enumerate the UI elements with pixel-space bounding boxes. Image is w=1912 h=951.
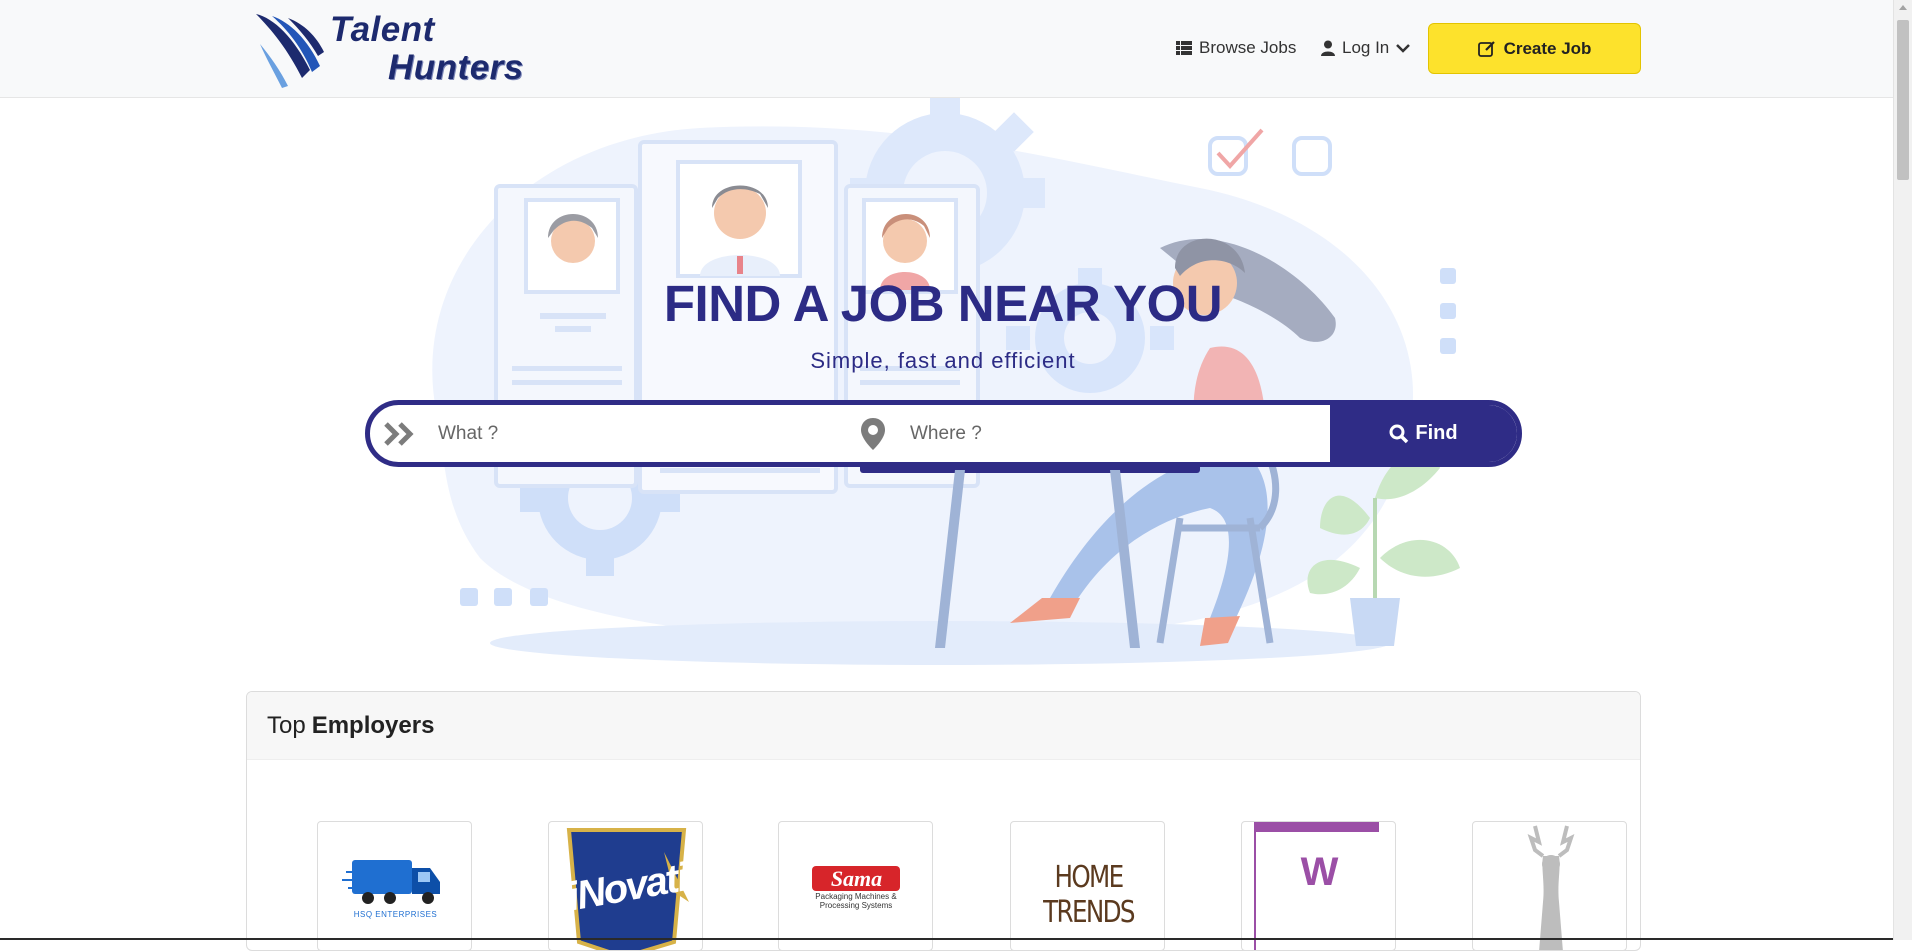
employer-logo-sama[interactable]: Sama Packaging Machines & Processing Sys… [778,821,933,950]
top-employers-heading: Top Employers [247,692,1640,760]
nav-log-in[interactable]: Log In [1321,38,1411,58]
user-icon [1321,40,1335,56]
employer-name-sama: Sama [830,866,883,891]
map-pin-icon [861,417,885,450]
find-button[interactable]: Find [1330,405,1517,462]
what-field [384,405,844,462]
scroll-up-icon[interactable] [1899,5,1907,10]
scrollbar-thumb[interactable] [1897,20,1909,180]
employer-logo-inovative[interactable]: iNovative [548,821,703,950]
top-employers-card: Top Employers HSQ ENTERPRISES iNovative … [246,691,1641,951]
employer-logo-hsq[interactable]: HSQ ENTERPRISES [317,821,472,950]
employer-logo-deer[interactable] [1472,821,1627,950]
list-grid-icon [1176,41,1192,55]
heading-prefix: Top [267,711,306,739]
employer-name-hsq: HSQ ENTERPRISES [353,910,438,919]
search-icon [1389,424,1409,443]
truck-logo-icon [342,860,440,904]
create-job-label: Create Job [1503,38,1592,58]
nav-browse-jobs[interactable]: Browse Jobs [1176,38,1296,58]
site-header: Talent Hunters Browse Jobs Log In Create… [0,0,1893,98]
what-input[interactable] [438,413,838,454]
employer-logo-w[interactable]: W [1241,821,1396,950]
brand-name-line2: Hunters [388,48,524,87]
where-input[interactable] [910,413,1300,454]
brand-name-line1: Talent [330,10,435,49]
employer-name-w: W [1300,850,1339,894]
nav-browse-jobs-label: Browse Jobs [1199,38,1297,57]
job-search-bar: Find [365,400,1522,467]
nav-log-in-label: Log In [1342,38,1390,57]
employer-tagline-sama: Packaging Machines & Processing Systems [815,892,897,910]
vertical-scrollbar[interactable] [1893,0,1912,940]
hero-title: FIND A JOB NEAR YOU [663,275,1223,332]
heading-bold: Employers [311,711,435,739]
w-top-stripe [1254,822,1379,832]
chevron-down-icon [1396,44,1411,53]
employer-name-home-trends: HOME TRENDS [1043,860,1135,930]
double-chevron-right-icon [384,421,414,446]
create-job-button[interactable]: Create Job [1428,23,1641,74]
brand-logo[interactable]: Talent Hunters [254,8,534,90]
employer-logo-home-trends[interactable]: HOME TRENDS [1010,821,1165,950]
hero-subtitle: Simple, fast and efficient [810,348,1076,373]
find-button-label: Find [1415,422,1458,444]
edit-icon [1477,41,1495,57]
hero-section: FIND A JOB NEAR YOU Simple, fast and eff… [0,98,1893,668]
hero-illustration [432,98,1460,665]
deer-icon [1527,825,1575,950]
